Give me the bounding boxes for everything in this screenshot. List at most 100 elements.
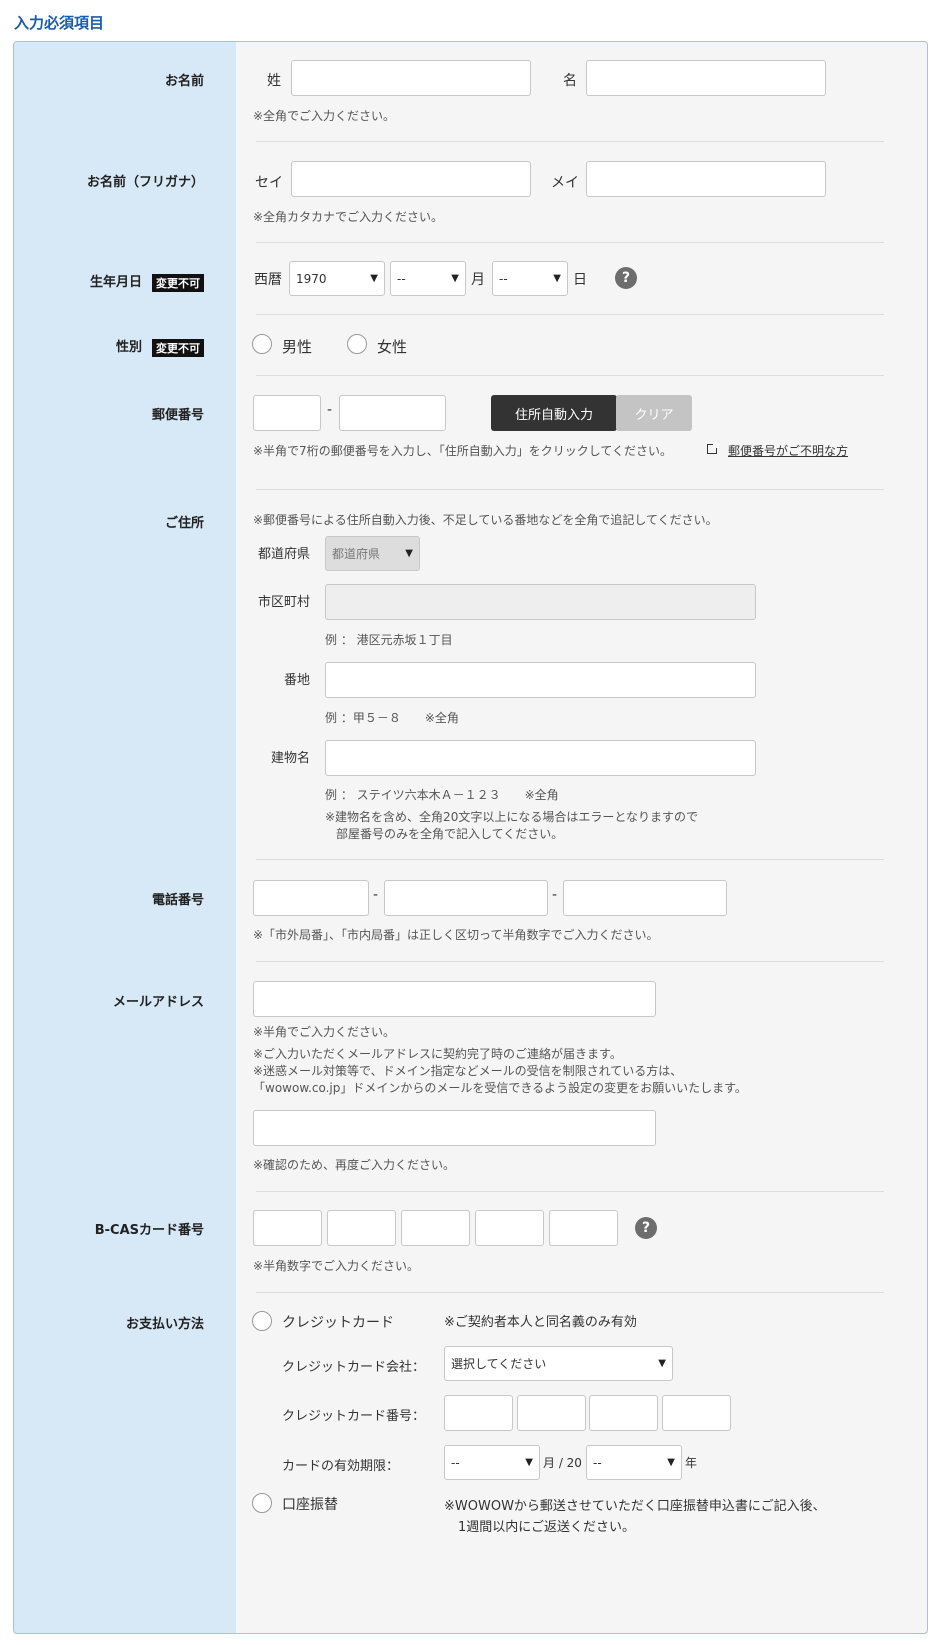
- city-label: 市区町村: [258, 595, 311, 610]
- email-note-3: ※迷惑メール対策等で、ドメイン指定などメールの受信を制限されている方は、: [253, 1064, 683, 1078]
- expiry-year-unit: 年: [685, 1456, 698, 1470]
- month-unit: 月: [471, 272, 485, 288]
- payment-bank-label[interactable]: 口座振替: [282, 1494, 338, 1514]
- gender-male-label[interactable]: 男性: [282, 336, 312, 357]
- phone-dash: -: [552, 887, 558, 903]
- gender-label: 性別 変更不可: [14, 336, 204, 357]
- last-name-input[interactable]: [291, 60, 531, 96]
- divider: [256, 314, 884, 315]
- kana-mei-label: メイ: [551, 175, 579, 191]
- form-panel: お名前 姓 名 ※全角でご入力ください。 お名前（フリガナ） セイ メイ ※全角…: [13, 41, 928, 1634]
- phone-area-input[interactable]: [253, 880, 369, 916]
- email-label: メールアドレス: [112, 995, 204, 1010]
- kana-label: お名前（フリガナ）: [86, 175, 204, 190]
- payment-label: お支払い方法: [125, 1317, 204, 1332]
- birth-label: 生年月日 変更不可: [14, 271, 204, 292]
- card-number-input-4[interactable]: [662, 1395, 731, 1431]
- mei-label: 名: [563, 73, 577, 89]
- bcas-help-icon[interactable]: ?: [635, 1217, 657, 1239]
- payment-credit-radio[interactable]: [252, 1311, 272, 1331]
- divider: [256, 242, 884, 243]
- email-confirm-note: ※確認のため、再度ご入力ください。: [253, 1158, 456, 1172]
- email-confirm-input[interactable]: [253, 1110, 656, 1146]
- divider: [256, 859, 884, 860]
- bank-note-1: ※WOWOWから郵送させていただく口座振替申込書にご記入後、: [444, 1499, 826, 1514]
- divider: [256, 375, 884, 376]
- expiry-year-select[interactable]: -- ▼: [586, 1445, 682, 1480]
- kana-sei-label: セイ: [255, 175, 283, 191]
- birth-year-select[interactable]: 1970 ▼: [289, 261, 385, 296]
- birth-day-select[interactable]: -- ▼: [492, 261, 568, 296]
- card-expiry-label: カードの有効期限：: [282, 1459, 400, 1474]
- bcas-input-5[interactable]: [549, 1210, 618, 1246]
- postal-unknown-link[interactable]: 郵便番号がご不明な方: [728, 442, 848, 459]
- address-autofill-button[interactable]: 住所自動入力: [491, 395, 617, 431]
- sei-label: 姓: [267, 73, 281, 89]
- bcas-input-1[interactable]: [253, 1210, 322, 1246]
- gender-female-radio[interactable]: [347, 334, 367, 354]
- card-number-label: クレジットカード番号：: [282, 1409, 426, 1424]
- email-note-1: ※半角でご入力ください。: [253, 1025, 396, 1039]
- building-note-2: 部屋番号のみを全角で記入してください。: [336, 827, 564, 841]
- clear-button[interactable]: クリア: [616, 395, 692, 431]
- card-company-label: クレジットカード会社：: [282, 1360, 426, 1375]
- name-label: お名前: [164, 74, 204, 89]
- card-number-input-3[interactable]: [589, 1395, 658, 1431]
- first-name-input[interactable]: [586, 60, 826, 96]
- bcas-input-2[interactable]: [327, 1210, 396, 1246]
- email-input[interactable]: [253, 981, 656, 1017]
- section-title: 入力必須項目: [14, 14, 105, 32]
- era-label: 西暦: [254, 272, 282, 288]
- credit-note: ※ご契約者本人と同名義のみ有効: [444, 1315, 637, 1330]
- phone-number-input[interactable]: [563, 880, 727, 916]
- expiry-month-select[interactable]: -- ▼: [444, 1445, 540, 1480]
- bcas-input-3[interactable]: [401, 1210, 470, 1246]
- street-input[interactable]: [325, 662, 756, 698]
- name-note: ※全角でご入力ください。: [253, 109, 396, 123]
- bcas-input-4[interactable]: [475, 1210, 544, 1246]
- card-number-input-2[interactable]: [517, 1395, 586, 1431]
- city-input[interactable]: [325, 584, 756, 620]
- address-label: ご住所: [164, 516, 204, 531]
- birth-help-icon[interactable]: ?: [615, 267, 637, 289]
- bcas-label: B-CASカード番号: [94, 1223, 204, 1238]
- divider: [256, 1292, 884, 1293]
- building-example: 例 ： ステイツ六本木Ａ－１２３ ※全角: [325, 788, 559, 802]
- building-input[interactable]: [325, 740, 756, 776]
- payment-bank-radio[interactable]: [252, 1493, 272, 1513]
- last-name-kana-input[interactable]: [291, 161, 531, 197]
- postal-label: 郵便番号: [151, 408, 204, 423]
- street-label: 番地: [284, 673, 311, 688]
- gender-female-label[interactable]: 女性: [377, 336, 407, 357]
- prefecture-select[interactable]: 都道府県 ▼: [325, 536, 420, 571]
- postal-first-input[interactable]: [253, 395, 321, 431]
- postal-dash: -: [327, 402, 333, 418]
- address-note: ※郵便番号による住所自動入力後、不足している番地などを全角で追記してください。: [253, 513, 718, 527]
- divider: [256, 961, 884, 962]
- phone-note: ※「市外局番」、「市内局番」は正しく区切って半角数字でご入力ください。: [253, 928, 659, 942]
- city-example: 例 ： 港区元赤坂１丁目: [325, 633, 453, 647]
- expiry-separator: 月 / 20: [543, 1456, 582, 1470]
- prefecture-label: 都道府県: [258, 547, 311, 562]
- postal-second-input[interactable]: [339, 395, 446, 431]
- no-change-badge: 変更不可: [152, 338, 204, 357]
- postal-note: ※半角で7桁の郵便番号を入力し、「住所自動入力」をクリックしてください。: [253, 444, 672, 458]
- phone-label: 電話番号: [151, 893, 204, 908]
- card-company-select[interactable]: 選択してください ▼: [444, 1346, 673, 1381]
- gender-male-radio[interactable]: [252, 334, 272, 354]
- street-example: 例 ：甲５－８ ※全角: [325, 711, 459, 725]
- divider: [256, 141, 884, 142]
- phone-local-input[interactable]: [384, 880, 548, 916]
- first-name-kana-input[interactable]: [586, 161, 826, 197]
- payment-credit-label[interactable]: クレジットカード: [282, 1312, 394, 1332]
- divider: [256, 489, 884, 490]
- bcas-note: ※半角数字でご入力ください。: [253, 1259, 420, 1273]
- external-link-icon: [707, 442, 719, 454]
- birth-month-select[interactable]: -- ▼: [390, 261, 466, 296]
- bank-note-2: 1週間以内にご返送ください。: [458, 1520, 636, 1535]
- card-number-input-1[interactable]: [444, 1395, 513, 1431]
- kana-note: ※全角カタカナでご入力ください。: [253, 210, 444, 224]
- no-change-badge: 変更不可: [152, 273, 204, 292]
- building-note-1: ※建物名を含め、全角20文字以上になる場合はエラーとなりますので: [325, 810, 698, 824]
- phone-dash: -: [373, 887, 379, 903]
